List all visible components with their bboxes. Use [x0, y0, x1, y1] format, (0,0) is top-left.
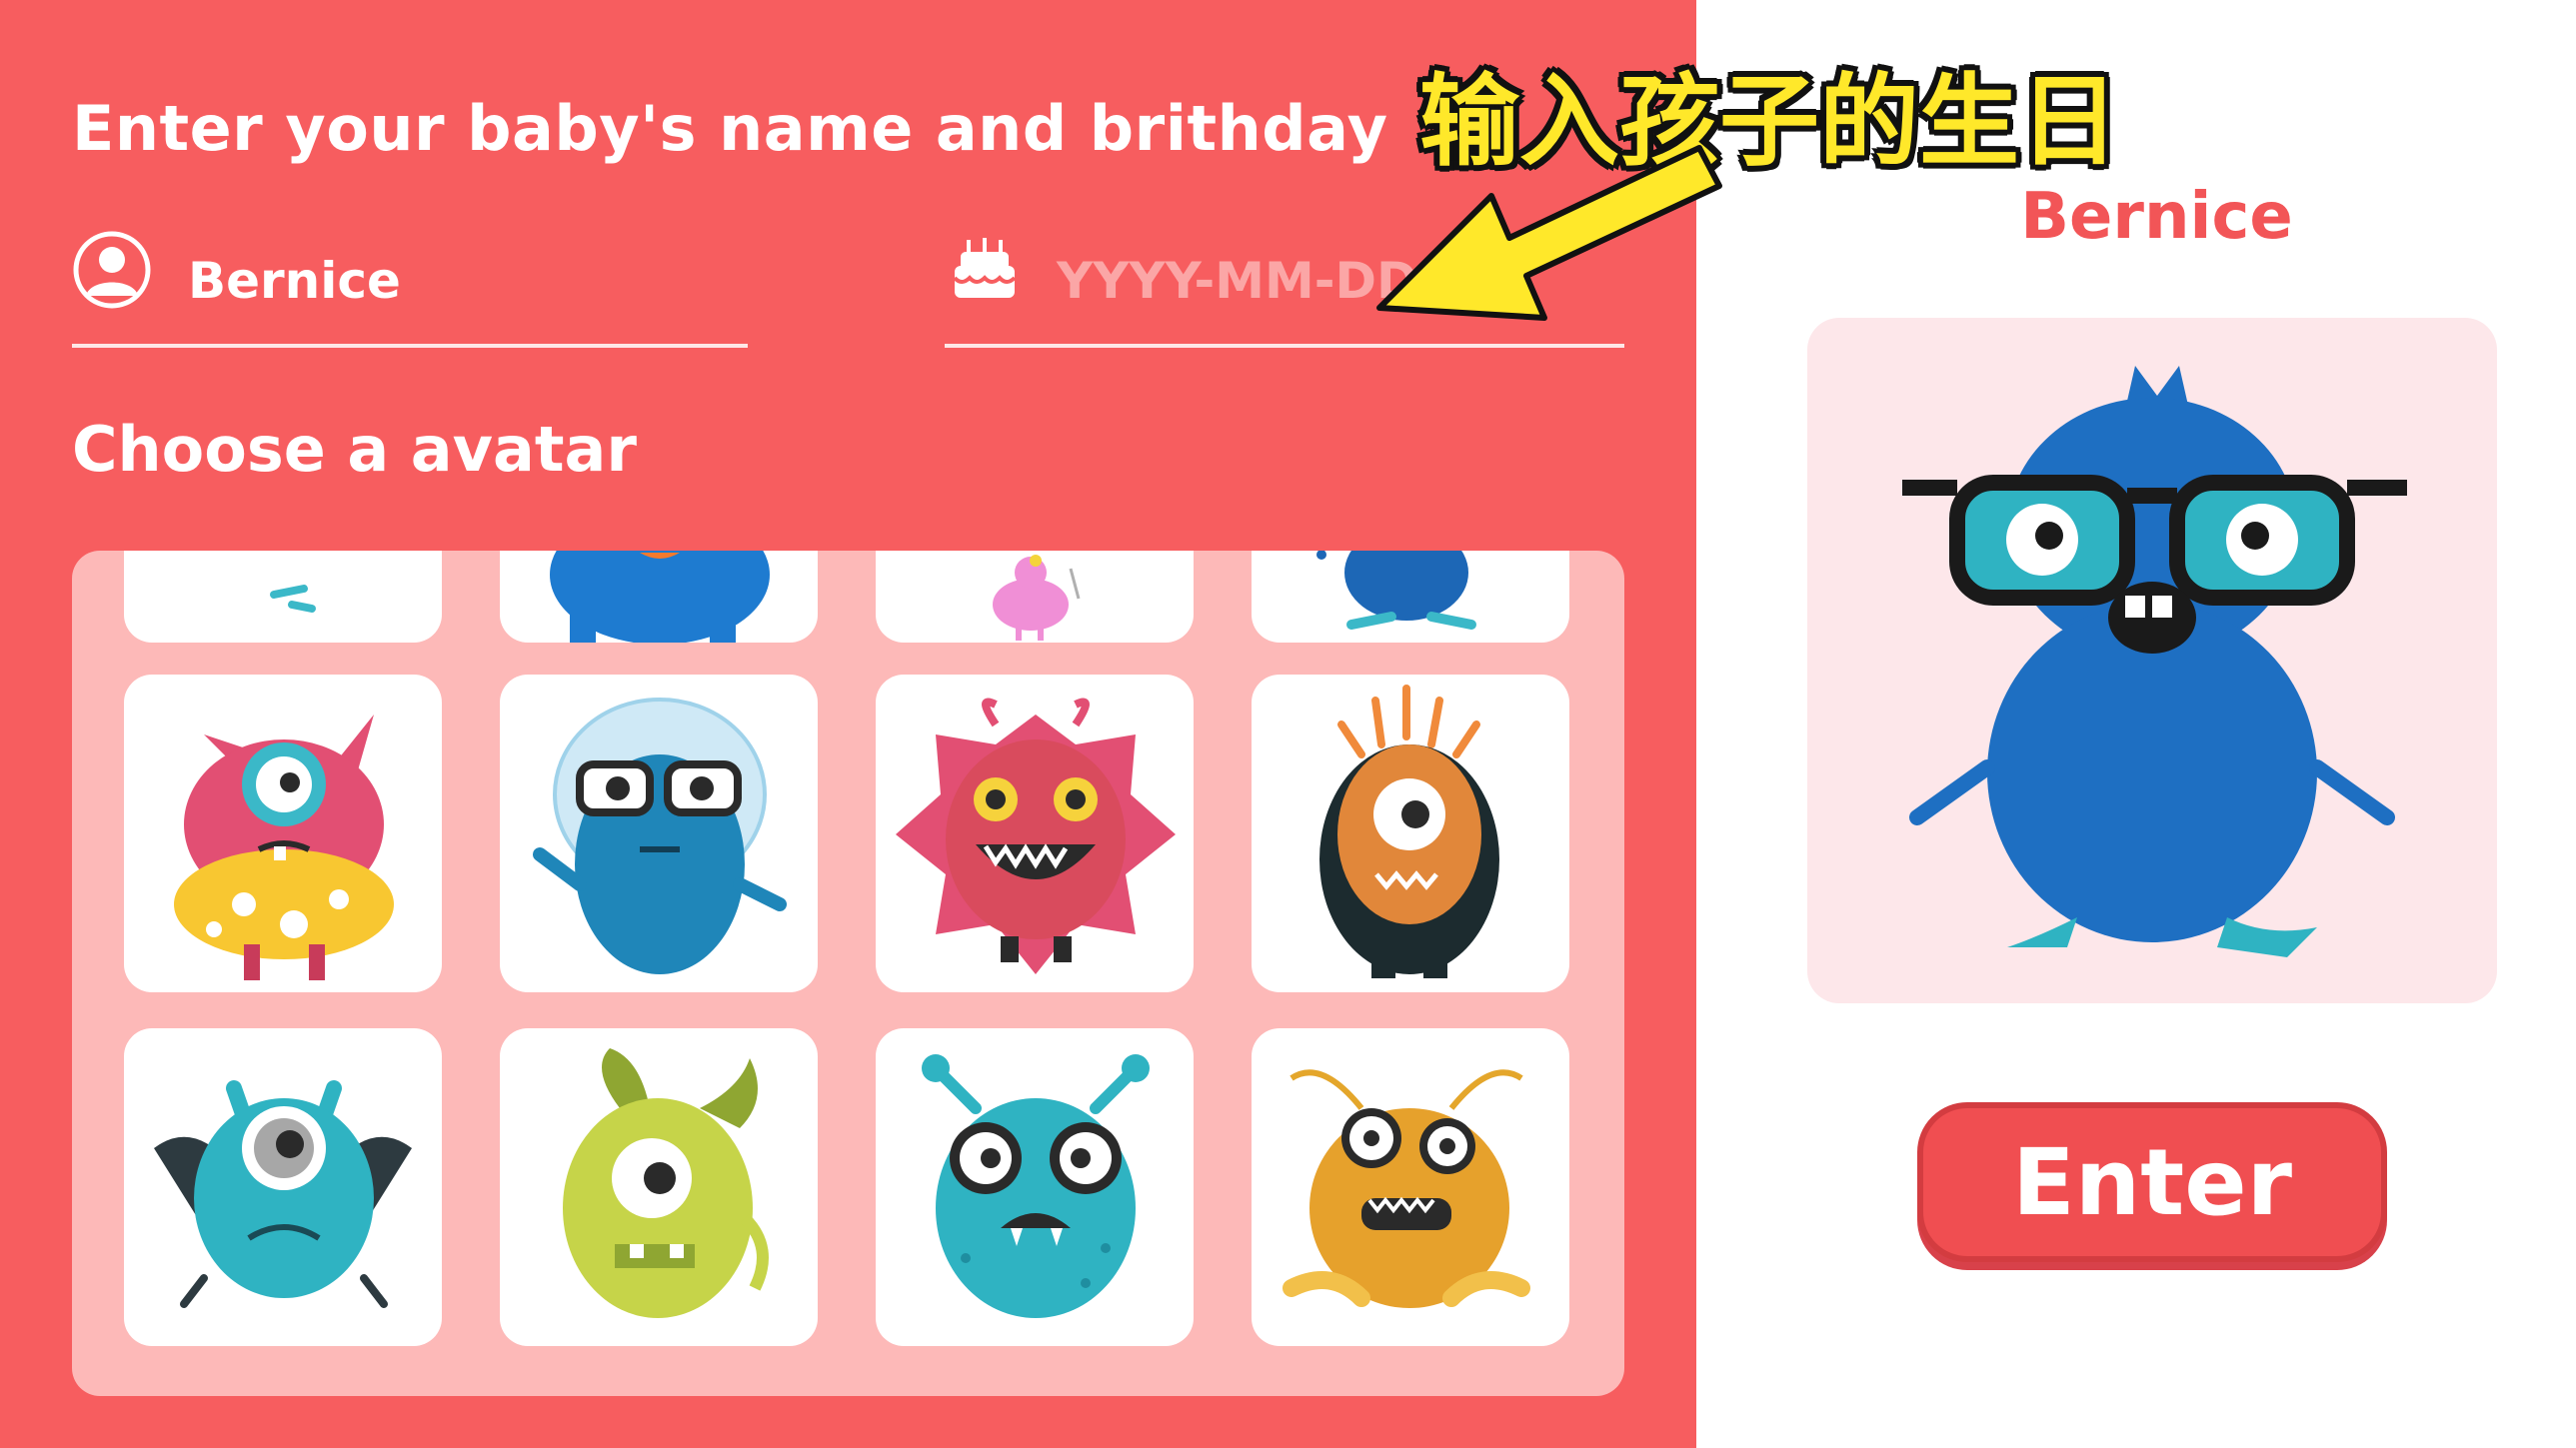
blue-monster-with-glasses-icon: [1902, 366, 2407, 957]
avatar-tile-1[interactable]: [124, 551, 442, 643]
avatar-tile-6[interactable]: [500, 675, 818, 992]
birthday-annotation-label: 输入孩子的生日: [1419, 63, 2119, 180]
monster-partial-icon: [1316, 551, 1476, 630]
avatar-tile-4[interactable]: [1252, 551, 1569, 643]
avatar-tile-2[interactable]: [500, 551, 818, 643]
monster-partial-icon: [550, 551, 770, 643]
avatar-tile-3[interactable]: [876, 551, 1194, 643]
avatar-tile-9[interactable]: [124, 1028, 442, 1346]
monster-partial-icon: [270, 585, 316, 613]
avatar-tile-10[interactable]: [500, 1028, 818, 1346]
selected-avatar-preview: [1807, 318, 2497, 1003]
avatar-tile-11[interactable]: [876, 1028, 1194, 1346]
dark-one-eyed-monster-icon: [1319, 685, 1499, 978]
avatar-tile-5[interactable]: [124, 675, 442, 992]
orange-furry-monster-icon: [1283, 1069, 1530, 1308]
birthday-field[interactable]: YYYY-MM-DD: [945, 220, 1624, 348]
red-spiky-monster-icon: [896, 698, 1176, 974]
name-input-value[interactable]: Bernice: [188, 252, 401, 310]
monster-partial-icon: [993, 555, 1081, 641]
avatar-grid[interactable]: [72, 551, 1624, 1396]
birthday-cake-icon: [953, 238, 1017, 298]
green-one-eyed-monster-icon: [563, 1048, 769, 1318]
preview-name: Bernice: [2020, 180, 2293, 254]
avatar-section-title: Choose a avatar: [72, 413, 637, 486]
avatar-tile-7[interactable]: [876, 675, 1194, 992]
avatar-tile-8[interactable]: [1252, 675, 1569, 992]
pink-one-eyed-monster-icon: [174, 715, 394, 980]
form-title: Enter your baby's name and brithday: [72, 92, 1388, 165]
teal-two-eyed-monster-icon: [922, 1054, 1150, 1318]
birthday-input-placeholder[interactable]: YYYY-MM-DD: [1057, 252, 1418, 310]
person-icon: [73, 231, 151, 309]
avatar-tile-12[interactable]: [1252, 1028, 1569, 1346]
enter-button[interactable]: Enter: [1917, 1102, 2387, 1262]
teal-winged-monster-icon: [154, 1080, 412, 1308]
name-field[interactable]: Bernice: [72, 220, 748, 348]
blue-astronaut-monster-icon: [533, 698, 787, 974]
profile-form-panel: Enter your baby's name and brithday Bern…: [0, 0, 1696, 1448]
